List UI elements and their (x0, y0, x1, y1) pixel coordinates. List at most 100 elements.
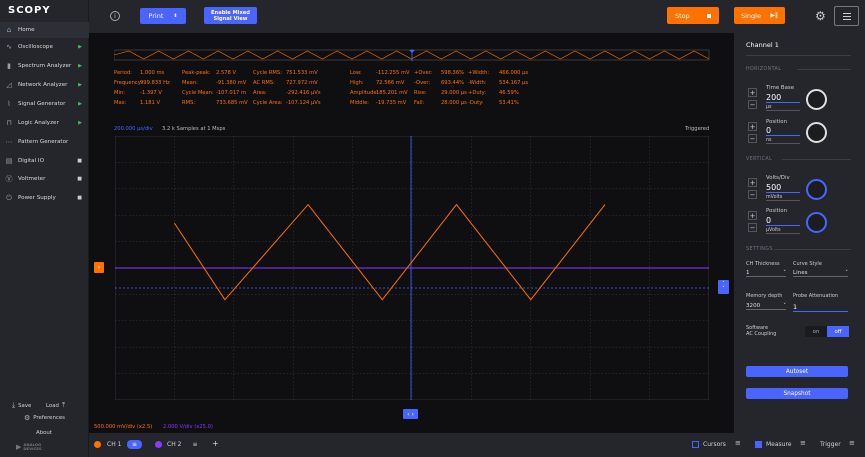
single-button[interactable]: Single ▶‖ (734, 7, 785, 24)
measure-label[interactable]: Measure (766, 441, 792, 448)
sidebar-item-pattern-generator[interactable]: ⋯ Pattern Generator (0, 134, 89, 150)
print-button[interactable]: Print ⬍ (140, 8, 186, 24)
ch1-label[interactable]: CH 1 (107, 441, 121, 448)
signal-generator-icon: ⌇ (7, 100, 11, 108)
memory-depth-value: 3200 (746, 303, 761, 309)
trigger-position-handle[interactable]: ‹ › (403, 409, 418, 419)
volts-div-minus[interactable]: − (748, 190, 757, 199)
ac-coupling-label: Software AC Coupling (746, 325, 776, 337)
thickness-label: CH Thickness (746, 261, 780, 267)
settings-gear-icon[interactable]: ⚙ (815, 9, 826, 23)
measurement-label: -Duty: (468, 100, 484, 106)
v-position-minus[interactable]: − (748, 223, 757, 232)
measurement-value: 53.41% (499, 100, 519, 106)
measurement-value: -19.735 mV (376, 100, 407, 106)
home-icon: ⌂ (6, 26, 12, 34)
volts-div-knob[interactable] (806, 179, 827, 200)
ch2-menu-button[interactable]: ≡ (188, 440, 202, 449)
probe-attenuation-input[interactable]: 1 (793, 303, 848, 312)
play-pause-icon: ▶‖ (770, 12, 778, 19)
v-position-knob[interactable] (806, 212, 827, 233)
oscilloscope-view: Period: 1.000 ms Peak-peak: 2.578 V Cycle RM… (89, 33, 734, 433)
time-base-plus[interactable]: + (748, 88, 757, 97)
adi-triangle-icon: ▶ (16, 443, 22, 452)
thickness-select[interactable]: 1 ˅ (746, 270, 786, 277)
stopped-indicator-icon: ■ (77, 176, 82, 182)
ch1-menu-button[interactable]: ≡ (127, 440, 142, 449)
cursors-label[interactable]: Cursors (703, 441, 726, 448)
v-position-unit-select[interactable]: µVolts (766, 228, 800, 234)
sidebar-item-network-analyzer[interactable]: ◿ Network Analyzer ▶ (0, 77, 89, 93)
time-base-minus[interactable]: − (748, 100, 757, 109)
sidebar-item-label: Oscilloscope (18, 44, 53, 50)
measure-menu-icon[interactable]: ≡ (800, 439, 806, 447)
v-position-input[interactable]: 0 (766, 216, 800, 226)
volts-div-input[interactable]: 500 (766, 183, 800, 193)
preferences-button[interactable]: ⚙ Preferences (24, 414, 65, 422)
sidebar-item-spectrum-analyzer[interactable]: ▮ Spectrum Analyzer ▶ (0, 58, 89, 74)
channel-settings-panel: Channel 1 HORIZONTAL + − Time Base 200 µ… (734, 33, 865, 433)
chevron-down-icon: ˅ (783, 270, 786, 276)
enable-mixed-signal-button[interactable]: Enable Mixed Signal View (204, 7, 257, 24)
memory-depth-select[interactable]: 3200 ˅ (746, 303, 786, 310)
h-position-minus[interactable]: − (748, 134, 757, 143)
gear-icon: ⚙ (24, 414, 31, 422)
ac-coupling-toggle[interactable]: on off (805, 326, 849, 337)
measurement-label: +Duty: (468, 90, 487, 96)
ch2-label[interactable]: CH 2 (167, 441, 181, 448)
snapshot-button[interactable]: Snapshot (746, 388, 848, 399)
measurement-value: 2.578 V (216, 70, 237, 76)
v-position-plus[interactable]: + (748, 211, 757, 220)
h-position-knob[interactable] (806, 122, 827, 143)
measurement-value: 72.566 mV (376, 80, 405, 86)
measurements-panel: Period: 1.000 ms Peak-peak: 2.578 V Cycle RM… (114, 70, 534, 110)
measurement-value: 46.59% (499, 90, 519, 96)
measure-checkbox[interactable] (755, 441, 762, 448)
time-base-unit-select[interactable]: µs (766, 105, 800, 111)
trigger-status: Triggered (685, 126, 710, 132)
add-channel-button[interactable]: + (212, 439, 219, 448)
load-label: Load (46, 402, 59, 409)
cursors-checkbox[interactable] (692, 441, 699, 448)
horizontal-divider (797, 69, 851, 70)
save-button[interactable]: ⤓ Save (12, 401, 31, 410)
measurement-label: Middle: (350, 100, 369, 106)
time-base-knob[interactable] (806, 89, 827, 110)
menu-button[interactable] (834, 6, 859, 26)
top-toolbar: i Print ⬍ Enable Mixed Signal View Stop … (89, 0, 865, 33)
sidebar-item-voltmeter[interactable]: Ⓥ Voltmeter ■ (0, 171, 89, 187)
autoset-button[interactable]: Autoset (746, 366, 848, 377)
trigger-label[interactable]: Trigger (820, 441, 841, 448)
volts-div-plus[interactable]: + (748, 178, 757, 187)
toggle-on[interactable]: on (805, 326, 827, 337)
sidebar-item-logic-analyzer[interactable]: ⊓ Logic Analyzer ▶ (0, 115, 89, 131)
measurement-value: -107.124 µVs (286, 100, 321, 106)
time-base-input[interactable]: 200 (766, 93, 800, 103)
volts-div-unit-select[interactable]: mVolts (766, 195, 800, 201)
stop-button[interactable]: Stop (667, 7, 719, 24)
sidebar-item-digital-io[interactable]: ▤ Digital IO ■ (0, 153, 89, 169)
h-position-unit-select[interactable]: ns (766, 138, 800, 144)
ch1-offset-handle[interactable]: › (94, 262, 104, 273)
measurement-label: AC RMS: (253, 80, 275, 86)
trigger-menu-icon[interactable]: ≡ (849, 439, 855, 447)
trigger-level-handle[interactable]: ˄ ˅ (718, 280, 729, 294)
load-button[interactable]: Load ⤒ (46, 401, 65, 410)
signal-overview-strip[interactable] (114, 49, 710, 61)
overview-marker-icon (409, 50, 415, 53)
waveform-plot[interactable] (115, 136, 709, 400)
brand-line-2: DEVICES (23, 446, 42, 452)
measurement-value: -91.380 mV (216, 80, 247, 86)
toggle-off[interactable]: off (827, 326, 849, 337)
h-position-input[interactable]: 0 (766, 126, 800, 136)
about-button[interactable]: About (36, 430, 52, 436)
save-label: Save (18, 402, 32, 409)
cursors-menu-icon[interactable]: ≡ (735, 439, 741, 447)
info-icon[interactable]: i (110, 11, 120, 21)
sidebar-item-home[interactable]: ⌂ Home (0, 22, 89, 38)
h-position-plus[interactable]: + (748, 122, 757, 131)
sidebar-item-signal-generator[interactable]: ⌇ Signal Generator ▶ (0, 96, 89, 112)
curve-style-select[interactable]: Lines ˅ (793, 270, 848, 277)
sidebar-item-power-supply[interactable]: ⏻ Power Supply ■ (0, 190, 89, 206)
sidebar-item-oscilloscope[interactable]: ∿ Oscilloscope ▶ (0, 39, 89, 55)
